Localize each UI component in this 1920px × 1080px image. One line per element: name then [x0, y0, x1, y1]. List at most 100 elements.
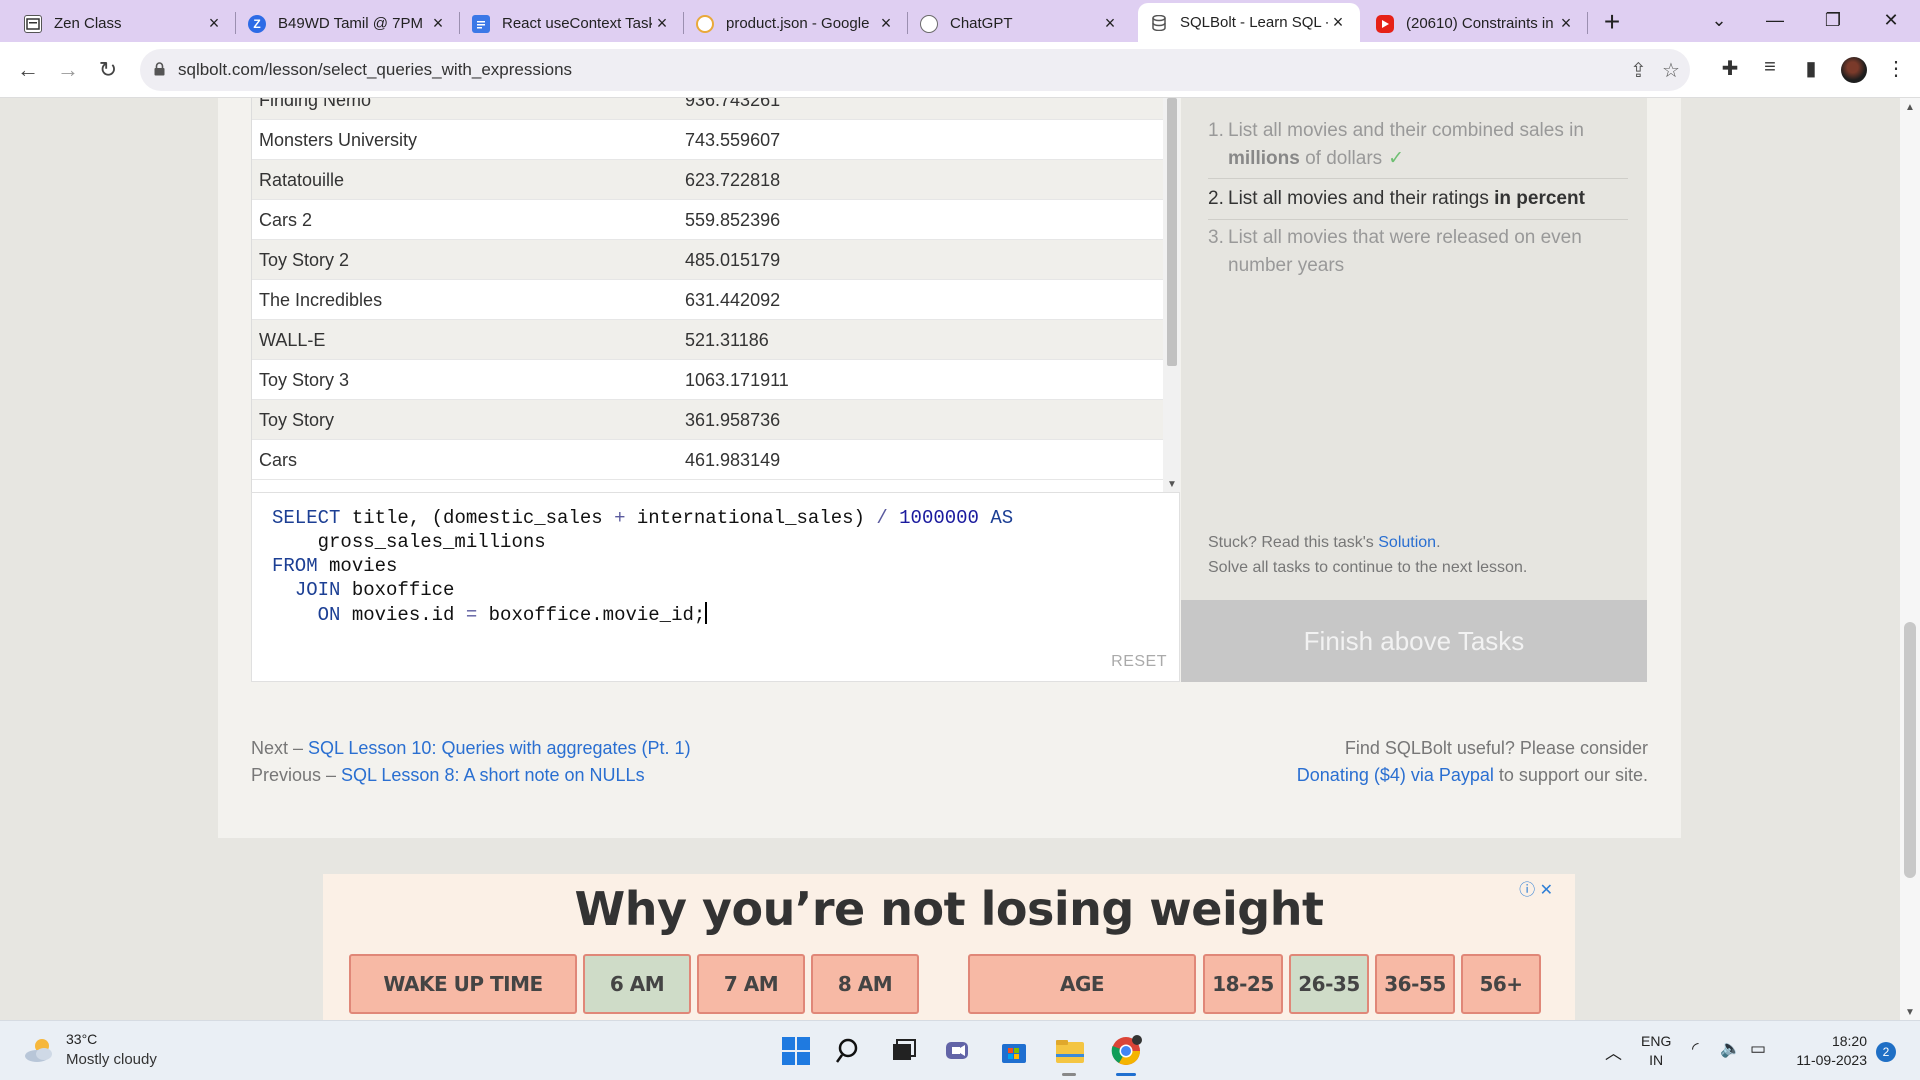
- tab-zen-class[interactable]: Zen Class ×: [12, 5, 236, 42]
- teams-chat-icon[interactable]: [940, 1033, 976, 1069]
- ad-option-8am[interactable]: 8 AM: [811, 954, 919, 1014]
- region-code: IN: [1649, 1052, 1664, 1068]
- keyword-select: SELECT: [272, 507, 341, 529]
- sql-code[interactable]: SELECT title, (domestic_sales + internat…: [272, 506, 1013, 627]
- close-icon[interactable]: ×: [204, 13, 224, 34]
- ad-option-7am[interactable]: 7 AM: [697, 954, 805, 1014]
- tab-chatgpt[interactable]: ChatGPT ×: [908, 5, 1132, 42]
- url-text[interactable]: sqlbolt.com/lesson/select_queries_with_e…: [178, 60, 572, 80]
- search-icon[interactable]: [832, 1033, 868, 1069]
- close-icon[interactable]: ×: [1100, 13, 1120, 34]
- tab-b49wd-tamil[interactable]: Z B49WD Tamil @ 7PM ×: [236, 5, 460, 42]
- address-bar[interactable]: sqlbolt.com/lesson/select_queries_with_e…: [140, 49, 1690, 91]
- next-lesson-link[interactable]: SQL Lesson 10: Queries with aggregates (…: [308, 738, 691, 758]
- donate-link[interactable]: Donating ($4) via Paypal: [1297, 765, 1494, 785]
- share-icon[interactable]: ⇪: [1630, 58, 1647, 83]
- previous-lesson-link[interactable]: SQL Lesson 8: A short note on NULLs: [341, 765, 645, 785]
- clock-date: 11-09-2023: [1796, 1052, 1867, 1068]
- advertisement-banner[interactable]: ⓘ ✕ Why you’re not losing weight WAKE UP…: [323, 874, 1575, 1020]
- close-icon[interactable]: ×: [876, 13, 896, 34]
- ad-option-6am[interactable]: 6 AM: [583, 954, 691, 1014]
- table-row: The Incredibles 631.442092: [252, 280, 1163, 320]
- back-arrow-icon[interactable]: ←: [12, 54, 44, 86]
- code-text: title, (domestic_sales: [340, 507, 615, 529]
- tab-react-usecontext[interactable]: React useContext Task ×: [460, 5, 684, 42]
- weather-temperature[interactable]: 33°C: [66, 1031, 97, 1047]
- close-icon[interactable]: ×: [428, 13, 448, 34]
- extensions-puzzle-icon[interactable]: ✚: [1716, 56, 1744, 81]
- side-panel-icon[interactable]: ▮: [1797, 56, 1825, 81]
- tab-product-json[interactable]: product.json - Google ×: [684, 5, 908, 42]
- tab-sqlbolt[interactable]: SQLBolt - Learn SQL - ×: [1138, 3, 1360, 42]
- page-scrollbar-thumb[interactable]: [1904, 622, 1916, 878]
- battery-icon[interactable]: ▭: [1750, 1039, 1766, 1059]
- minimize-icon[interactable]: —: [1755, 4, 1795, 36]
- restore-icon[interactable]: ❐: [1813, 4, 1853, 36]
- sql-editor[interactable]: SELECT title, (domestic_sales + internat…: [251, 492, 1180, 682]
- partly-cloudy-icon[interactable]: [22, 1035, 56, 1065]
- hint-text: .: [1436, 534, 1441, 551]
- ad-option-36-55[interactable]: 36-55: [1375, 954, 1455, 1014]
- ad-option-26-35[interactable]: 26-35: [1289, 954, 1369, 1014]
- ad-option-56-plus[interactable]: 56+: [1461, 954, 1541, 1014]
- browser-menu-icon[interactable]: ⋮: [1882, 56, 1910, 81]
- youtube-icon: [1376, 14, 1394, 33]
- cell-value: 623.722818: [685, 170, 781, 190]
- system-clock[interactable]: 18:20 11-09-2023: [1792, 1032, 1867, 1070]
- windows-start-icon[interactable]: [778, 1033, 814, 1069]
- tab-title: SQLBolt - Learn SQL -: [1180, 14, 1328, 31]
- query-results-table: Finding Nemo 936.743261 Monsters Universi…: [251, 98, 1180, 492]
- drive-icon: [696, 14, 714, 33]
- new-tab-button[interactable]: +: [1597, 6, 1627, 38]
- reload-icon[interactable]: ↻: [92, 54, 124, 86]
- weather-description[interactable]: Mostly cloudy: [66, 1051, 157, 1068]
- forward-arrow-icon[interactable]: →: [52, 54, 84, 86]
- docs-icon: [472, 14, 490, 33]
- ad-headline: Why you’re not losing weight: [574, 882, 1324, 936]
- tab-search-icon[interactable]: ⌄: [1699, 4, 1739, 36]
- keyword-from: FROM: [272, 555, 318, 577]
- notification-badge[interactable]: 2: [1876, 1042, 1896, 1062]
- code-text: boxoffice: [340, 579, 455, 601]
- browser-toolbar: ← → ↻ sqlbolt.com/lesson/select_queries_…: [0, 42, 1920, 98]
- close-icon[interactable]: ×: [1556, 13, 1576, 34]
- cell-title: Toy Story: [259, 410, 335, 430]
- close-icon[interactable]: ×: [1328, 12, 1348, 33]
- active-indicator: [1116, 1073, 1136, 1076]
- microsoft-store-icon[interactable]: [996, 1033, 1032, 1069]
- scroll-down-arrow-icon[interactable]: ▼: [1905, 1007, 1915, 1018]
- show-hidden-icons-chevron-icon[interactable]: ︿: [1605, 1039, 1622, 1064]
- tab-youtube[interactable]: (20610) Constraints in ×: [1364, 5, 1588, 42]
- task-text: List all movies and their ratings: [1228, 188, 1495, 209]
- bookmark-star-icon[interactable]: ☆: [1662, 58, 1680, 83]
- solution-link[interactable]: Solution: [1378, 534, 1436, 551]
- reset-button[interactable]: RESET: [1111, 653, 1167, 671]
- reading-list-icon[interactable]: ≡: [1756, 56, 1784, 79]
- tab-title: React useContext Task: [502, 15, 652, 32]
- profile-avatar[interactable]: [1841, 57, 1867, 83]
- ad-age-label[interactable]: AGE: [968, 954, 1196, 1014]
- scrollbar-thumb[interactable]: [1167, 98, 1177, 366]
- language-indicator[interactable]: ENG IN: [1641, 1032, 1671, 1070]
- solve-all-hint: Solve all tasks to continue to the next …: [1208, 559, 1528, 576]
- donate-line: Donating ($4) via Paypal to support our …: [1297, 765, 1648, 786]
- volume-icon[interactable]: 🔈: [1720, 1039, 1741, 1059]
- ad-wake-up-label[interactable]: WAKE UP TIME: [349, 954, 577, 1014]
- file-explorer-icon[interactable]: [1052, 1033, 1088, 1069]
- scroll-up-arrow-icon[interactable]: ▲: [1905, 102, 1915, 113]
- cell-title: Cars: [259, 450, 298, 470]
- ad-option-18-25[interactable]: 18-25: [1203, 954, 1283, 1014]
- chrome-icon[interactable]: [1108, 1033, 1144, 1069]
- results-scrollbar[interactable]: ▼: [1163, 98, 1180, 492]
- wifi-icon[interactable]: ◜: [1692, 1039, 1699, 1059]
- task-view-icon[interactable]: [886, 1033, 922, 1069]
- scroll-down-arrow-icon[interactable]: ▼: [1167, 479, 1177, 490]
- page-scrollbar[interactable]: ▲ ▼: [1900, 98, 1920, 1020]
- tab-title: Zen Class: [54, 15, 122, 32]
- finish-tasks-button[interactable]: Finish above Tasks: [1181, 600, 1647, 682]
- table-row: Monsters University 743.559607: [252, 120, 1163, 160]
- close-icon[interactable]: ×: [652, 13, 672, 34]
- task-text: of dollars: [1299, 148, 1383, 169]
- code-text: movies: [317, 555, 398, 577]
- window-close-icon[interactable]: ✕: [1871, 4, 1911, 36]
